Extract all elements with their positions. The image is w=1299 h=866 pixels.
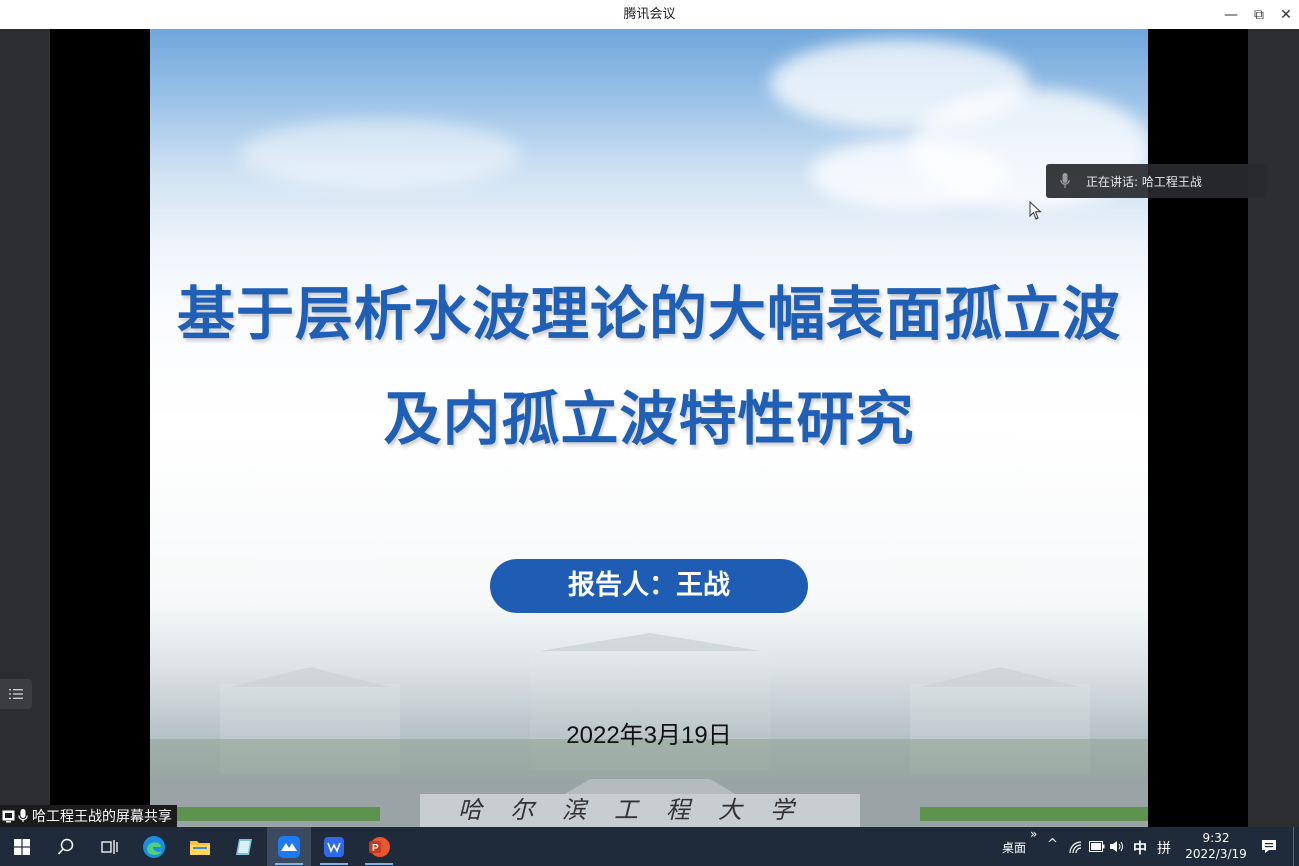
taskbar-notes-app[interactable]: [222, 827, 266, 866]
restore-button[interactable]: ⧉: [1245, 0, 1273, 29]
search-icon: [57, 838, 74, 855]
volume-icon[interactable]: [1110, 840, 1124, 853]
close-button[interactable]: ✕: [1272, 0, 1299, 29]
taskbar-wps-writer[interactable]: [312, 827, 356, 866]
wps-writer-icon: [324, 836, 344, 857]
campus-sign: 哈尔滨工程大学: [420, 794, 860, 827]
ime-language-indicator[interactable]: 中: [1133, 838, 1147, 858]
microphone-icon: [1058, 172, 1072, 190]
notepad-icon: [236, 838, 252, 855]
mouse-cursor-icon: [1029, 201, 1042, 220]
windows-taskbar: P 桌面 » ^ 中 拼 9:32 2022/3/19: [0, 827, 1299, 866]
start-button[interactable]: [0, 827, 44, 866]
speaking-text: 正在讲话: 哈工程王战: [1086, 174, 1202, 189]
folder-icon: [190, 840, 210, 855]
task-view-button[interactable]: [88, 827, 132, 866]
microphone-icon: [18, 809, 28, 822]
clock-date: 2022/3/19: [1185, 847, 1247, 861]
sky-cloud: [240, 119, 520, 189]
network-icon[interactable]: [1068, 840, 1084, 854]
ime-mode-indicator[interactable]: 拼: [1157, 838, 1171, 858]
member-list-button[interactable]: [0, 679, 32, 709]
slide-date: 2022年3月19日: [566, 722, 732, 749]
meeting-view: 哈尔滨工程大学 基于层析水波理论的大幅表面孤立波 及内孤立波特性研究 报告人：王…: [0, 29, 1299, 827]
sky-cloud: [810, 139, 1010, 209]
powerpoint-icon: P: [369, 836, 390, 857]
show-hidden-icons-button[interactable]: ^: [1047, 837, 1058, 852]
desktop-toolbar-label[interactable]: 桌面: [1002, 839, 1026, 856]
toolbar-expand-icon[interactable]: »: [1030, 827, 1037, 841]
task-view-icon: [101, 839, 118, 854]
slide-title-line2: 及内孤立波特性研究: [383, 385, 915, 453]
clock-time: 9:32: [1202, 831, 1230, 845]
tencent-meeting-icon: [278, 835, 300, 858]
speaking-indicator: 正在讲话: 哈工程王战: [1046, 164, 1266, 198]
window-title: 腾讯会议: [623, 7, 676, 22]
screen-share-icon: [2, 810, 15, 822]
taskbar-edge[interactable]: [132, 827, 176, 866]
battery-icon[interactable]: [1089, 841, 1105, 852]
reporter-badge: 报告人：王战: [490, 559, 808, 613]
show-desktop-button[interactable]: [1293, 827, 1299, 866]
slide-title-line1: 基于层析水波理论的大幅表面孤立波: [176, 280, 1121, 348]
presentation-slide: 哈尔滨工程大学 基于层析水波理论的大幅表面孤立波 及内孤立波特性研究 报告人：王…: [150, 29, 1148, 827]
share-label-text: 哈工程王战的屏幕共享: [32, 809, 172, 825]
taskbar-file-explorer[interactable]: [178, 827, 222, 866]
system-clock[interactable]: 9:32 2022/3/19: [1183, 830, 1249, 862]
windows-logo-icon: [14, 838, 30, 855]
taskbar-tencent-meeting[interactable]: [267, 827, 311, 866]
taskbar-powerpoint[interactable]: P: [357, 827, 401, 866]
minimize-button[interactable]: —: [1217, 0, 1245, 29]
window-titlebar: 腾讯会议 — ⧉ ✕: [0, 0, 1299, 29]
screen-share-label: 哈工程王战的屏幕共享: [0, 805, 177, 827]
notification-center-icon[interactable]: [1261, 839, 1277, 854]
edge-browser-icon: [143, 835, 165, 858]
search-button[interactable]: [44, 827, 88, 866]
svg-text:P: P: [372, 843, 379, 854]
list-icon: [9, 689, 23, 699]
